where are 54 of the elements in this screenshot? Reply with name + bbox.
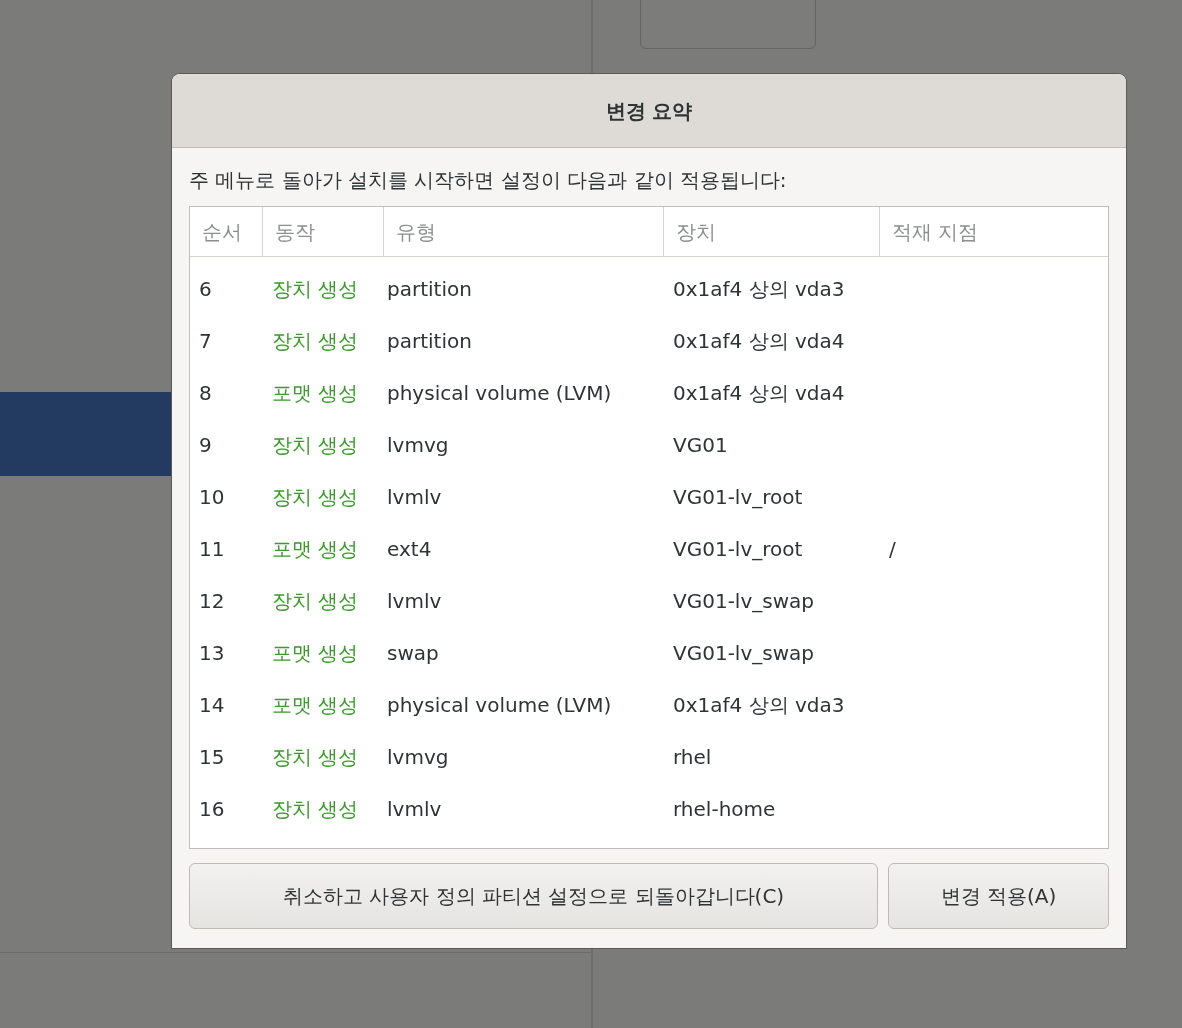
dialog-title: 변경 요약: [605, 97, 693, 125]
table-cell: 11: [199, 537, 225, 561]
table-cell: 14: [199, 693, 225, 717]
table-cell: 13: [199, 641, 225, 665]
table-cell: VG01: [673, 433, 728, 457]
table-cell: rhel-home: [673, 797, 776, 821]
table-cell: 7: [199, 329, 212, 353]
table-cell: rhel: [673, 745, 712, 769]
table-cell: 6: [199, 277, 212, 301]
table-cell: swap: [387, 641, 439, 665]
table-cell: 포맷 생성: [272, 537, 359, 561]
cancel-button[interactable]: 취소하고 사용자 정의 파티션 설정으로 되돌아갑니다(C): [189, 863, 878, 929]
table-cell: lvmvg: [387, 433, 449, 457]
table-cell: 8: [199, 381, 212, 405]
table-cell: 10: [199, 485, 225, 509]
table-cell: VG01-lv_root: [673, 485, 803, 509]
table-cell: lvmlv: [387, 797, 442, 821]
table-cell: 0x1af4 상의 vda3: [673, 693, 845, 717]
table-cell: 장치 생성: [272, 797, 359, 821]
table-cell: /: [889, 537, 896, 561]
table-cell: lvmlv: [387, 485, 442, 509]
column-header[interactable]: 적재 지점: [880, 207, 1108, 256]
table-cell: 포맷 생성: [272, 381, 359, 405]
table-cell: 장치 생성: [272, 277, 359, 301]
table-cell: 12: [199, 589, 225, 613]
table-cell: 0x1af4 상의 vda4: [673, 381, 845, 405]
table-cell: physical volume (LVM): [387, 381, 612, 405]
table-cell: lvmvg: [387, 745, 449, 769]
table-cell: 장치 생성: [272, 329, 359, 353]
table-cell: ext4: [387, 537, 432, 561]
dialog-message: 주 메뉴로 돌아가 설치를 시작하면 설정이 다음과 같이 적용됩니다:: [189, 168, 788, 192]
table-cell: lvmlv: [387, 589, 442, 613]
column-header[interactable]: 장치: [664, 207, 880, 256]
table-cell: 0x1af4 상의 vda4: [673, 329, 845, 353]
table-cell: 장치 생성: [272, 433, 359, 457]
column-header[interactable]: 순서: [190, 207, 263, 256]
apply-button[interactable]: 변경 적용(A): [888, 863, 1109, 929]
table-cell: VG01-lv_swap: [673, 641, 814, 665]
table-cell: 장치 생성: [272, 745, 359, 769]
table-cell: 16: [199, 797, 225, 821]
table-cell: 15: [199, 745, 225, 769]
table-cell: 9: [199, 433, 212, 457]
table-cell: VG01-lv_root: [673, 537, 803, 561]
table-cell: 0x1af4 상의 vda3: [673, 277, 845, 301]
table-cell: 포맷 생성: [272, 641, 359, 665]
table-cell: physical volume (LVM): [387, 693, 612, 717]
table-cell: 장치 생성: [272, 589, 359, 613]
table-cell: 포맷 생성: [272, 693, 359, 717]
table-cell: partition: [387, 277, 472, 301]
column-header[interactable]: 동작: [263, 207, 384, 256]
column-header[interactable]: 유형: [384, 207, 664, 256]
table-cell: VG01-lv_swap: [673, 589, 814, 613]
table-cell: partition: [387, 329, 472, 353]
table-cell: 장치 생성: [272, 485, 359, 509]
